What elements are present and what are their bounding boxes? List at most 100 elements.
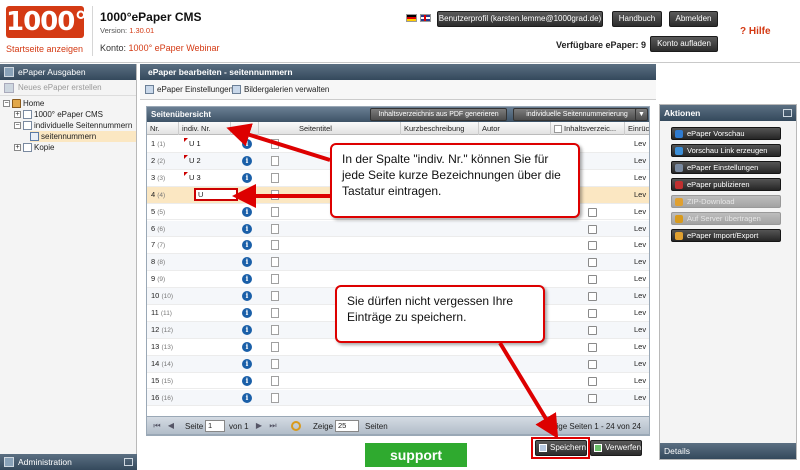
info-icon[interactable]: i [242, 358, 252, 369]
indent-level[interactable]: Lev [634, 376, 646, 385]
last-page-icon[interactable]: ⏭ [269, 422, 277, 430]
indiv-nr-cell[interactable]: U 1 [189, 139, 201, 148]
toc-checkbox[interactable] [588, 393, 597, 403]
indent-level[interactable]: Lev [634, 173, 646, 182]
flag-en-icon[interactable] [420, 14, 431, 22]
administration-panel[interactable]: Administration [0, 454, 137, 470]
toc-checkbox[interactable] [588, 342, 597, 352]
toc-checkbox[interactable] [588, 241, 597, 251]
logout-button[interactable]: Abmelden [669, 11, 718, 27]
table-row[interactable]: 16 (16) i Lev [147, 389, 649, 407]
toc-select-all-checkbox[interactable] [554, 125, 562, 134]
page-thumbnail[interactable] [271, 172, 279, 183]
info-icon[interactable]: i [242, 375, 252, 386]
toc-checkbox[interactable] [588, 359, 597, 369]
page-thumbnail[interactable] [271, 223, 279, 234]
page-thumbnail[interactable] [271, 324, 279, 335]
info-icon[interactable]: i [242, 172, 252, 183]
action-zip-download-button[interactable]: ZIP-Download [671, 195, 781, 208]
refresh-icon[interactable] [291, 421, 301, 431]
new-epaper-button[interactable]: Neues ePaper erstellen [0, 80, 136, 96]
table-row[interactable]: 7 (7) i Lev [147, 237, 649, 255]
epaper-settings-tool[interactable]: ePaper Einstellungen [145, 84, 233, 95]
info-icon[interactable]: i [242, 139, 252, 149]
indent-level[interactable]: Lev [634, 156, 646, 165]
filter-icon[interactable]: ▼ [635, 108, 648, 121]
expand-icon[interactable]: + [14, 111, 21, 119]
page-thumbnail[interactable] [271, 358, 279, 369]
gallery-tool[interactable]: Bildergalerien verwalten [232, 84, 329, 95]
info-icon[interactable]: i [242, 291, 252, 302]
action-settings-button[interactable]: ePaper Einstellungen [671, 161, 781, 174]
page-thumbnail[interactable] [271, 206, 279, 217]
page-thumbnail[interactable] [271, 240, 279, 251]
indent-level[interactable]: Lev [634, 342, 646, 351]
top-up-account-button[interactable]: Konto aufladen [650, 36, 718, 52]
table-row[interactable]: 8 (8) i Lev [147, 254, 649, 272]
table-row[interactable]: 15 (15) i Lev [147, 373, 649, 390]
toc-checkbox[interactable] [588, 258, 597, 268]
col-indiv-nr[interactable]: indiv. Nr. [179, 122, 231, 135]
toc-checkbox[interactable] [588, 376, 597, 386]
discard-button[interactable]: Verwerfen [590, 440, 642, 456]
info-icon[interactable]: i [242, 223, 252, 234]
info-icon[interactable]: i [242, 274, 252, 285]
logo[interactable]: 1000° [6, 6, 87, 38]
tree-item-kopie[interactable]: + Kopie [14, 142, 54, 153]
col-page-title[interactable]: Seitentitel [259, 122, 401, 135]
tree-item-cms[interactable]: +1000° ePaper CMS [14, 109, 103, 120]
indent-level[interactable]: Lev [634, 139, 646, 148]
indent-level[interactable]: Lev [634, 224, 646, 233]
info-icon[interactable]: i [242, 189, 252, 200]
profile-button[interactable]: Benutzerprofil (karsten.lemme@1000grad.d… [437, 11, 603, 27]
col-indent[interactable]: Einrüc [625, 122, 649, 135]
per-page-input[interactable]: 25 [335, 420, 359, 432]
page-thumbnail[interactable] [271, 375, 279, 386]
indent-level[interactable]: Lev [634, 308, 646, 317]
col-author[interactable]: Autor [479, 122, 551, 135]
indiv-nr-cell[interactable]: U 3 [189, 173, 201, 182]
prev-page-icon[interactable]: ◀ [167, 422, 175, 430]
indent-level[interactable]: Lev [634, 190, 646, 199]
indiv-nr-cell[interactable]: U 2 [189, 156, 201, 165]
col-toc[interactable]: Inhaltsverzeic... [551, 122, 625, 135]
action-publish-button[interactable]: ePaper publizieren [671, 178, 781, 191]
action-import-export-button[interactable]: ePaper Import/Export [671, 229, 781, 242]
support-button[interactable]: support [365, 443, 467, 467]
home-link[interactable]: Startseite anzeigen [6, 44, 83, 54]
tree-item-individual-numbers[interactable]: − individuelle Seitennummern [14, 120, 132, 131]
indent-level[interactable]: Lev [634, 240, 646, 249]
action-preview-link-button[interactable]: Vorschau Link erzeugen [671, 144, 781, 157]
indent-level[interactable]: Lev [634, 325, 646, 334]
page-thumbnail[interactable] [271, 257, 279, 268]
action-preview-button[interactable]: ePaper Vorschau [671, 127, 781, 140]
info-icon[interactable]: i [242, 206, 252, 217]
page-thumbnail[interactable] [271, 392, 279, 403]
col-description[interactable]: Kurzbeschreibung [401, 122, 479, 135]
toc-from-pdf-button[interactable]: Inhaltsverzeichnis aus PDF generieren [370, 108, 507, 121]
page-thumbnail[interactable] [271, 274, 279, 285]
info-icon[interactable]: i [242, 392, 252, 403]
flag-de-icon[interactable] [406, 14, 417, 22]
first-page-icon[interactable]: ⏮ [153, 422, 161, 430]
indent-level[interactable]: Lev [634, 207, 646, 216]
page-input[interactable]: 1 [205, 420, 225, 432]
toc-checkbox[interactable] [588, 292, 597, 302]
page-thumbnail[interactable] [271, 155, 279, 166]
toc-checkbox[interactable] [588, 207, 597, 217]
info-icon[interactable]: i [242, 155, 252, 166]
expand-icon[interactable]: + [14, 144, 21, 152]
toc-checkbox[interactable] [588, 309, 597, 318]
info-icon[interactable]: i [242, 324, 252, 335]
tree-item-seitennummern[interactable]: seitennummern [30, 131, 136, 142]
action-server-transfer-button[interactable]: Auf Server übertragen [671, 212, 781, 225]
indent-level[interactable]: Lev [634, 257, 646, 266]
table-row[interactable]: 14 (14) i Lev [147, 355, 649, 373]
info-icon[interactable]: i [242, 240, 252, 251]
toc-checkbox[interactable] [588, 224, 597, 234]
page-thumbnail[interactable] [271, 139, 279, 149]
indent-level[interactable]: Lev [634, 291, 646, 300]
page-thumbnail[interactable] [271, 308, 279, 318]
indent-level[interactable]: Lev [634, 359, 646, 368]
page-thumbnail[interactable] [271, 341, 279, 352]
